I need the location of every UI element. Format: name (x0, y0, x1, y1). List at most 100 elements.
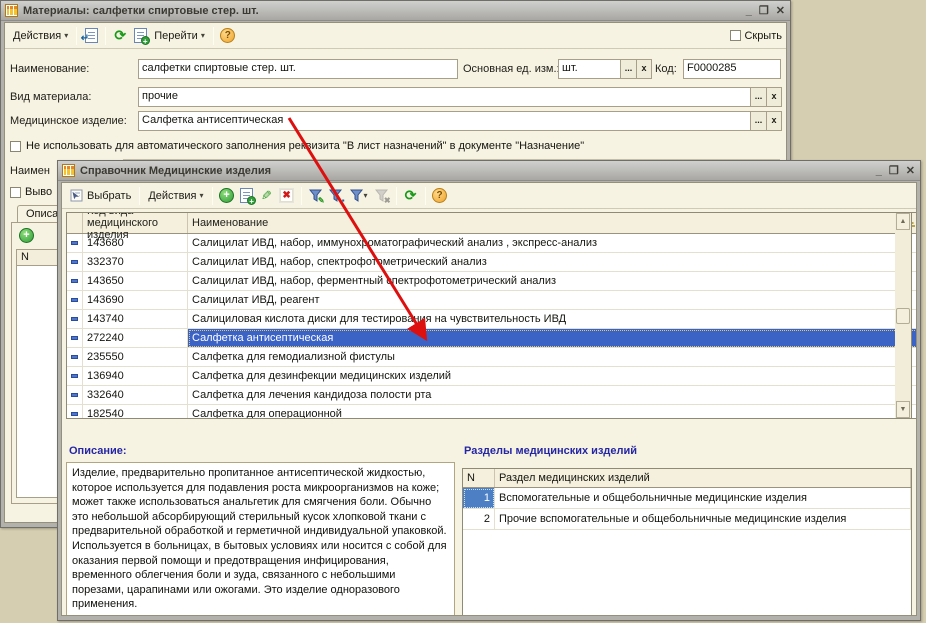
code-input[interactable]: F0000285 (683, 59, 781, 79)
vertical-scrollbar[interactable]: ▲ ▼ (895, 212, 912, 419)
goto-menu-button[interactable]: Перейти ▾ (150, 28, 209, 44)
code-cell: 143680 (83, 234, 188, 253)
code-cell: 332640 (83, 386, 188, 405)
add-group-button[interactable]: + (237, 186, 257, 206)
table-row[interactable]: 143680Салицилат ИВД, набор, иммунохромат… (67, 234, 917, 253)
material-kind-input[interactable]: прочие (138, 87, 751, 107)
help-button[interactable]: ? (218, 26, 238, 46)
column-header-name[interactable]: Наименование (188, 213, 902, 233)
section-row[interactable]: 1Вспомогательные и общебольничные медици… (463, 488, 911, 509)
name-field-label: Наименование: (10, 63, 89, 75)
delete-button[interactable]: ✖ (277, 186, 297, 206)
close-icon[interactable]: ✕ (906, 165, 915, 177)
section-name-cell: Вспомогательные и общебольничные медицин… (495, 488, 911, 509)
scroll-up-icon[interactable]: ▲ (896, 213, 910, 230)
add-icon: + (219, 188, 234, 203)
filter-settings-button[interactable]: ✎ (306, 186, 326, 206)
table-row[interactable]: 143650Салицилат ИВД, набор, ферментный с… (67, 272, 917, 291)
table-row[interactable]: 235550Салфетка для гемодиализной фистулы (67, 348, 917, 367)
medical-product-input[interactable]: Салфетка антисептическая (138, 111, 751, 131)
filter-history-icon (350, 188, 364, 203)
materials-titlebar[interactable]: Материалы: салфетки спиртовые стер. шт. … (1, 1, 790, 21)
reread-icon: ⟳ (114, 27, 126, 44)
code-cell: 136940 (83, 367, 188, 386)
filter-history-button[interactable]: ▾ (346, 186, 372, 206)
item-marker-icon (67, 367, 83, 386)
table-row[interactable]: 143690Салицилат ИВД, реагент (67, 291, 917, 310)
copy-button[interactable]: + (130, 26, 150, 46)
maximize-icon[interactable]: ❒ (759, 5, 769, 17)
base-unit-clear-button[interactable]: x (636, 59, 652, 79)
description-text[interactable]: Изделие, предварительно пропитанное анти… (66, 462, 455, 616)
filter-by-value-button[interactable]: ▪ (326, 186, 346, 206)
name-cell: Салицилат ИВД, реагент (188, 291, 902, 310)
name-cell: Салфетка антисептическая (188, 329, 902, 348)
code-cell: 143690 (83, 291, 188, 310)
name-cell: Салицилат ИВД, набор, спектрофотометриче… (188, 253, 902, 272)
edit-button[interactable]: ✎ (257, 186, 277, 206)
table-row[interactable]: 332370Салицилат ИВД, набор, спектрофотом… (67, 253, 917, 272)
refresh-button[interactable]: ⟳ (401, 186, 421, 206)
column-header-n[interactable]: N (463, 469, 495, 487)
name-cell: Салициловая кислота диски для тестирован… (188, 310, 902, 329)
table-row[interactable]: 143740Салициловая кислота диски для тест… (67, 310, 917, 329)
directory-titlebar[interactable]: Справочник Медицинские изделия _ ❒ ✕ (58, 161, 920, 181)
materials-window-title: Материалы: салфетки спиртовые стер. шт. (23, 5, 259, 17)
item-marker-icon (67, 405, 83, 419)
minimize-icon[interactable]: _ (746, 5, 752, 17)
actions-menu-button[interactable]: Действия ▾ (9, 28, 72, 44)
reread-button[interactable]: ⟳ (110, 26, 130, 46)
section-n-cell: 1 (463, 488, 495, 509)
base-unit-input[interactable]: шт. (558, 59, 621, 79)
section-row[interactable]: 2Прочие вспомогательные и общебольничные… (463, 509, 911, 530)
chevron-down-icon: ▾ (201, 31, 205, 40)
help-button[interactable]: ? (430, 186, 450, 206)
maximize-icon[interactable]: ❒ (889, 165, 899, 177)
window-icon (5, 4, 18, 17)
products-table-header: Код вида медицинского изделия Наименован… (67, 213, 917, 234)
select-button[interactable]: Выбрать (66, 187, 135, 204)
copy-icon: + (134, 28, 147, 43)
name-input[interactable]: салфетки спиртовые стер. шт. (138, 59, 458, 79)
close-icon[interactable]: ✕ (776, 5, 785, 17)
material-kind-clear-button[interactable]: x (766, 87, 782, 107)
name-cell: Салфетка для лечения кандидоза полости р… (188, 386, 902, 405)
scrollbar-thumb[interactable] (896, 308, 910, 324)
sections-label: Разделы медицинских изделий (464, 445, 637, 457)
clear-filter-button[interactable]: ✖ (372, 186, 392, 206)
help-icon: ? (432, 188, 447, 203)
medical-product-ellipsis-button[interactable]: ... (750, 111, 767, 131)
code-cell: 235550 (83, 348, 188, 367)
table-row[interactable]: 332640Салфетка для лечения кандидоза пол… (67, 386, 917, 405)
column-header-section[interactable]: Раздел медицинских изделий (495, 469, 911, 487)
medical-product-clear-button[interactable]: x (766, 111, 782, 131)
item-marker-icon (67, 329, 83, 348)
medical-product-label: Медицинское изделие: (10, 115, 127, 127)
add-row-icon[interactable]: + (19, 228, 34, 243)
table-row[interactable]: 136940Салфетка для дезинфекции медицинск… (67, 367, 917, 386)
output-checkbox[interactable] (10, 187, 21, 198)
materials-toolbar: Действия ▾ ↵ ⟳ + Перейти ▾ (5, 23, 786, 49)
actions-menu-button[interactable]: Действия ▾ (144, 188, 207, 204)
edit-icon: ✎ (261, 188, 272, 204)
material-kind-ellipsis-button[interactable]: ... (750, 87, 767, 107)
write-and-close-button[interactable]: ↵ (81, 26, 101, 46)
scroll-down-icon[interactable]: ▼ (896, 401, 910, 418)
add-item-button[interactable]: + (217, 186, 237, 206)
name-cell: Салфетка для операционной (188, 405, 902, 419)
auto-fill-checkbox-label: Не использовать для автоматического запо… (26, 140, 584, 152)
base-unit-ellipsis-button[interactable]: ... (620, 59, 637, 79)
item-marker-icon (67, 272, 83, 291)
table-row[interactable]: 182540Салфетка для операционной (67, 405, 917, 419)
hide-checkbox[interactable] (730, 30, 741, 41)
column-header-code[interactable]: Код вида медицинского изделия (83, 213, 188, 233)
table-row[interactable]: 272240Салфетка антисептическая (67, 329, 917, 348)
clipped-name-label: Наимен (10, 165, 50, 177)
item-marker-icon (67, 234, 83, 253)
minimize-icon[interactable]: _ (876, 165, 882, 177)
base-unit-label: Основная ед. изм.: (463, 63, 560, 75)
output-checkbox-label: Выво (25, 186, 52, 198)
name-cell: Салицилат ИВД, набор, ферментный спектро… (188, 272, 902, 291)
help-icon: ? (220, 28, 235, 43)
auto-fill-checkbox[interactable] (10, 141, 21, 152)
